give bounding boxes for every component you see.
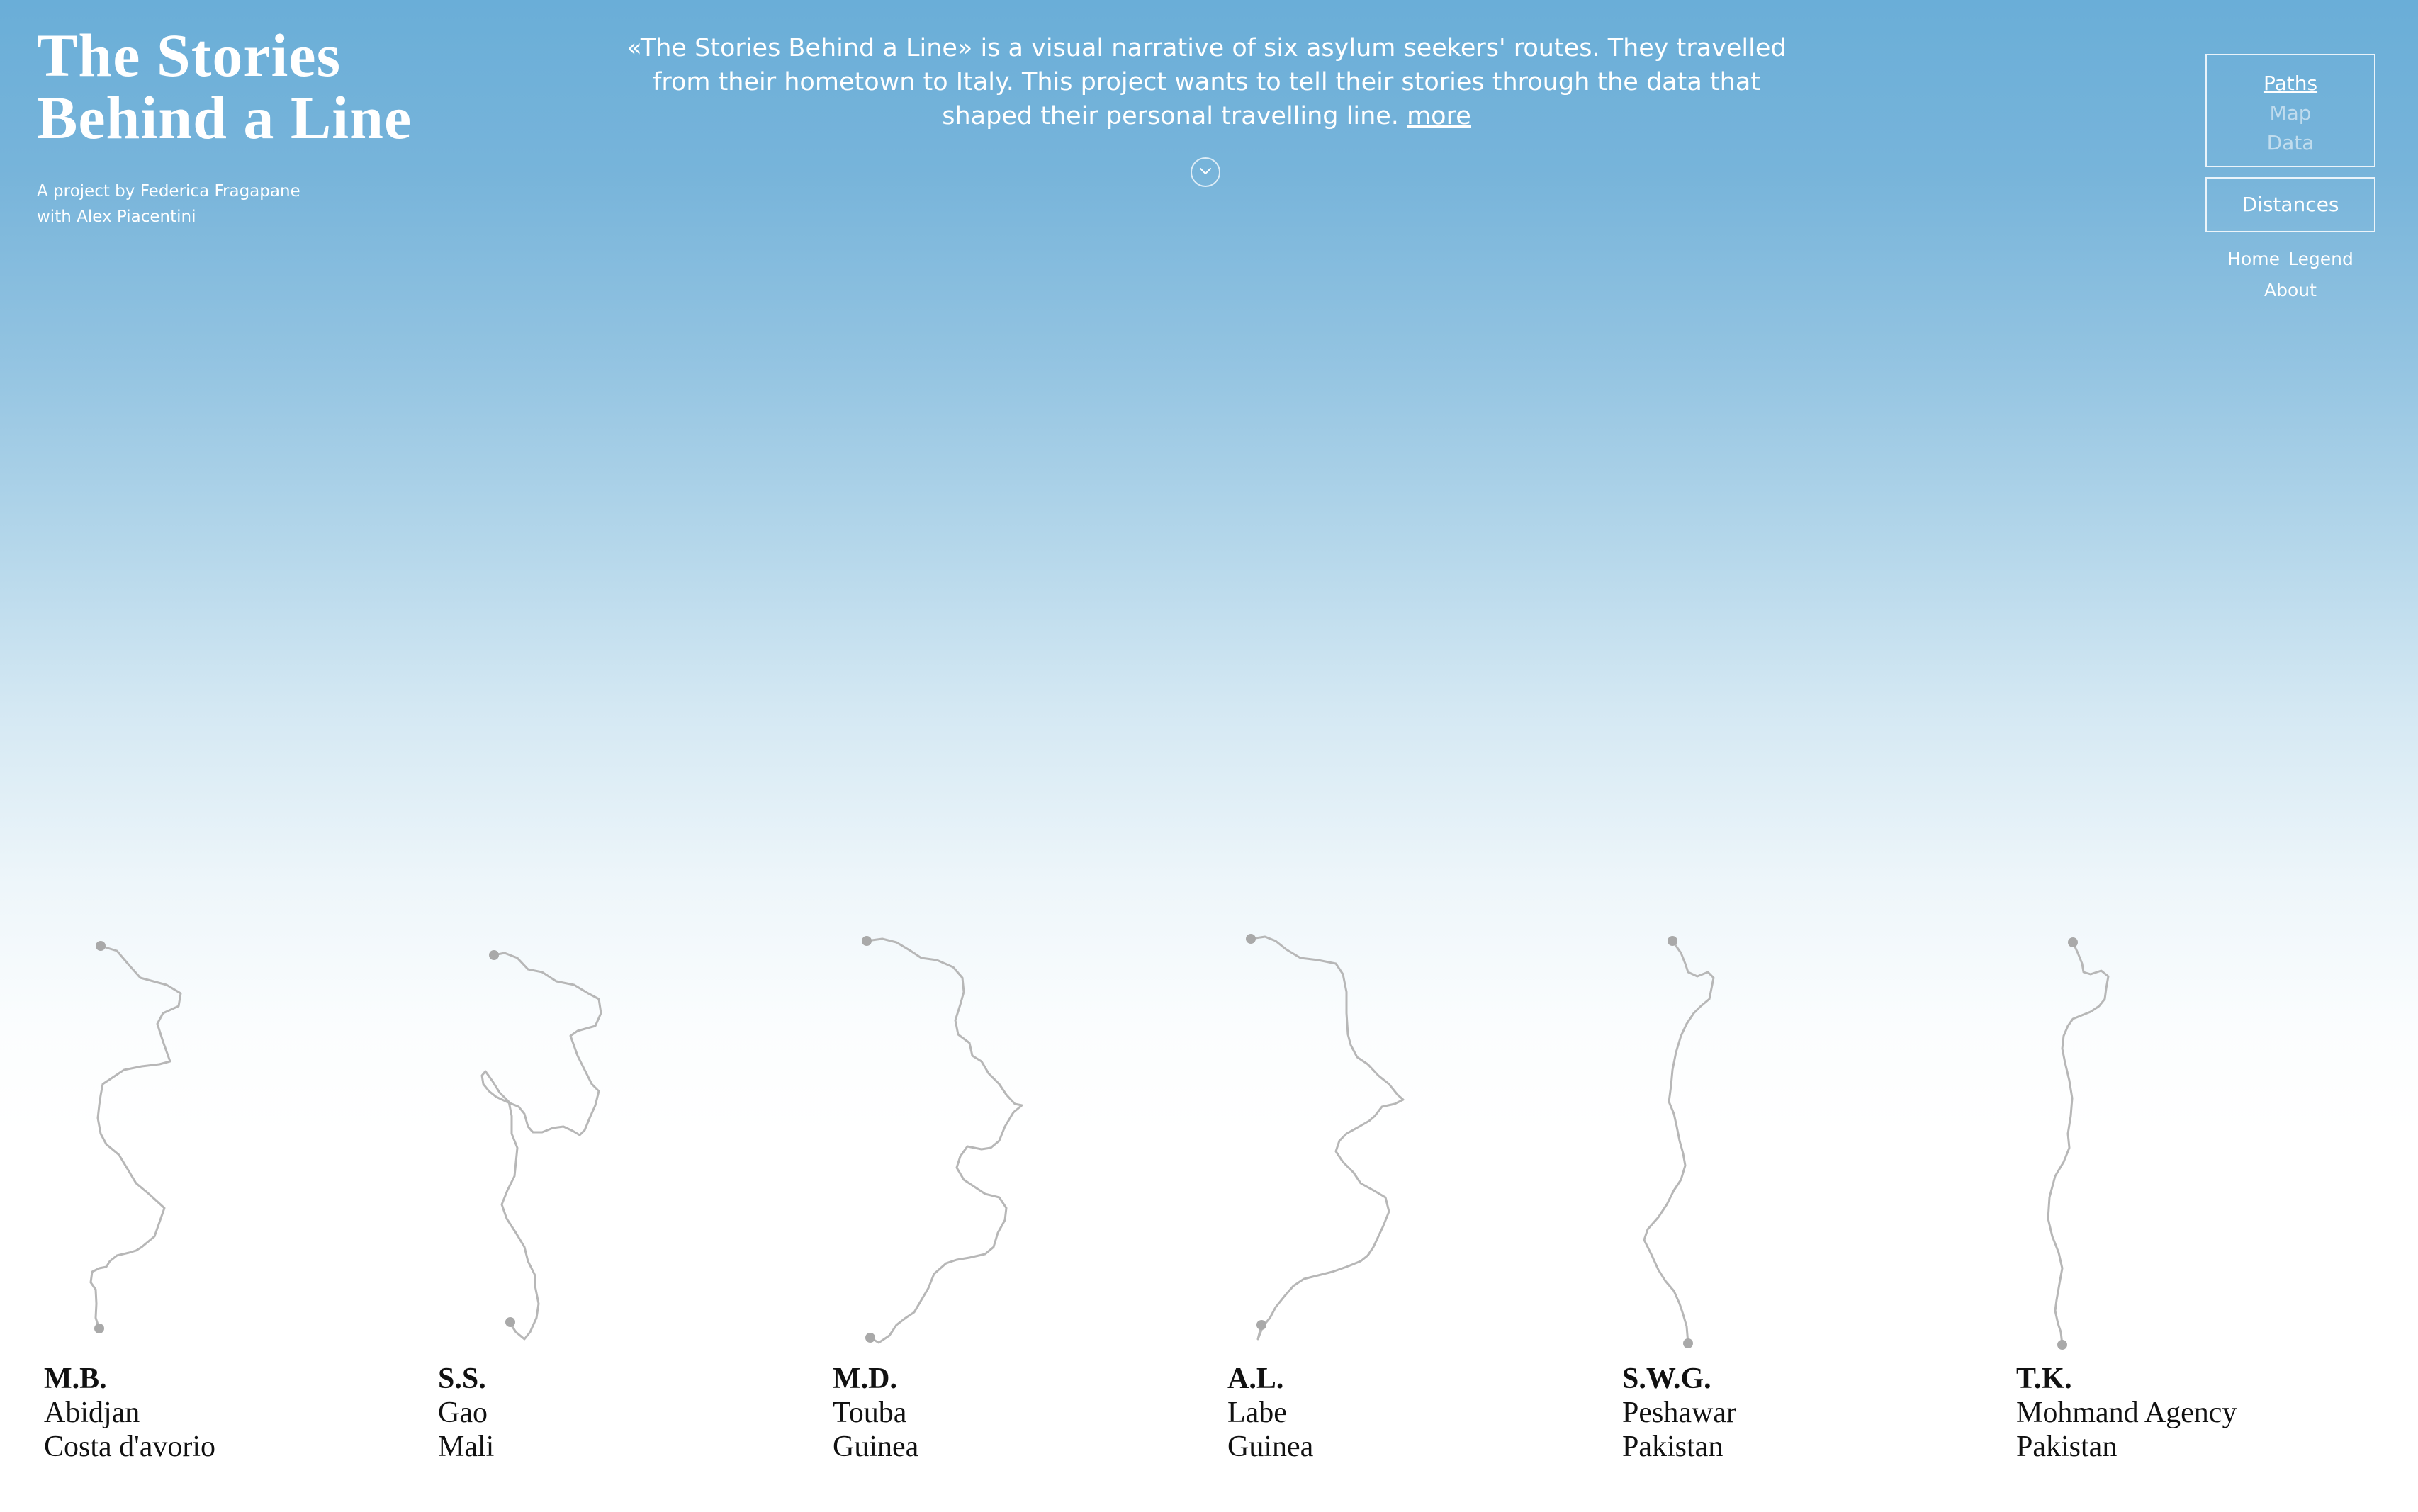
routes-canvas [89,934,2110,1350]
story-country: Costa d'avorio [44,1431,216,1463]
story-initials: S.S. [438,1363,486,1395]
story-country: Mali [438,1431,495,1463]
story-card-ss[interactable]: S.S. Gao Mali [438,1362,494,1464]
story-city: Gao [438,1397,488,1429]
story-card-mb[interactable]: M.B. Abidjan Costa d'avorio [44,1362,215,1464]
route-end-dot [2057,1340,2067,1350]
route-start-dot [862,936,872,946]
story-card-swg[interactable]: S.W.G. Peshawar Pakistan [1622,1362,1736,1464]
route-mb[interactable] [89,941,182,1333]
story-initials: S.W.G. [1622,1363,1711,1395]
route-start-dot [489,950,499,960]
route-ss[interactable] [480,950,602,1341]
story-card-al[interactable]: A.L. Labe Guinea [1227,1362,1313,1464]
route-line [1249,935,1405,1341]
story-country: Pakistan [1622,1431,1723,1463]
route-tk[interactable] [2047,937,2110,1350]
story-initials: A.L. [1227,1363,1284,1395]
story-city: Abidjan [44,1397,140,1429]
route-md[interactable] [862,936,1023,1344]
story-card-tk[interactable]: T.K. Mohmand Agency Pakistan [2016,1362,2237,1464]
story-city: Peshawar [1622,1397,1736,1429]
route-start-dot [1668,936,1677,946]
story-country: Guinea [1227,1431,1314,1463]
story-country: Pakistan [2016,1431,2118,1463]
route-end-dot [94,1324,104,1333]
route-line [89,944,182,1330]
route-end-dot [1683,1338,1693,1348]
route-line [2047,941,2110,1346]
route-swg[interactable] [1643,936,1715,1348]
story-initials: M.B. [44,1363,107,1395]
story-country: Guinea [833,1431,919,1463]
story-city: Labe [1227,1397,1287,1429]
route-end-dot [865,1333,875,1343]
route-start-dot [1246,934,1256,944]
route-line [480,952,602,1341]
story-initials: T.K. [2016,1363,2072,1395]
story-card-md[interactable]: M.D. Touba Guinea [833,1362,918,1464]
route-end-dot [505,1317,515,1327]
route-line [865,937,1023,1344]
route-start-dot [2068,937,2078,947]
route-line [1643,940,1715,1345]
story-city: Touba [833,1397,907,1429]
route-end-dot [1256,1320,1266,1330]
story-initials: M.D. [833,1363,897,1395]
route-start-dot [96,941,106,951]
story-city: Mohmand Agency [2016,1397,2237,1429]
route-al[interactable] [1246,934,1405,1341]
